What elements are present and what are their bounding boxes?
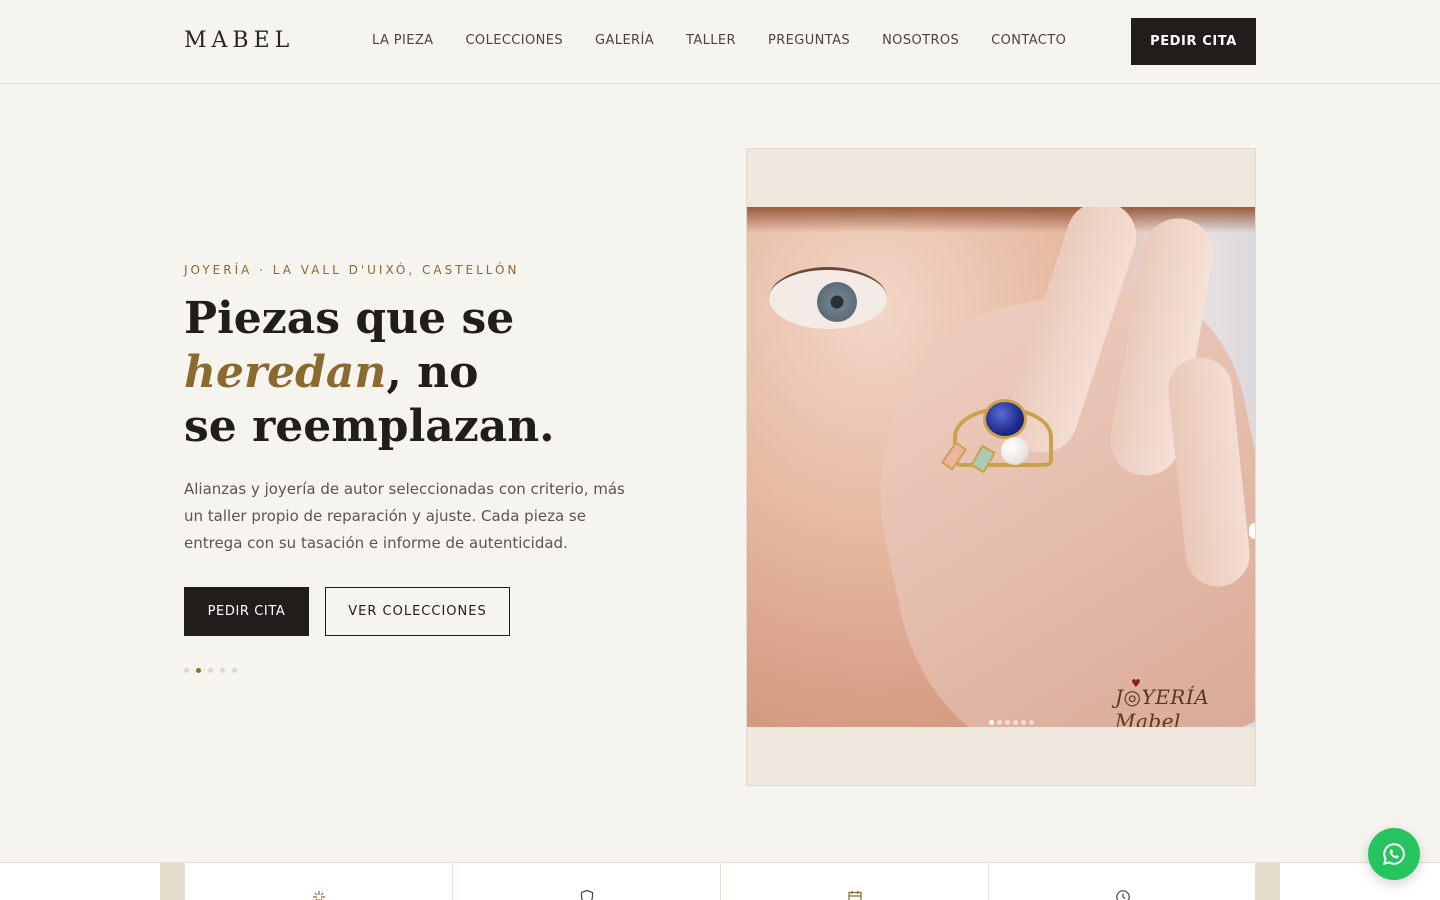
feature-card bbox=[988, 863, 1256, 900]
heart-icon: ♥ bbox=[1131, 677, 1142, 690]
nav-item-contacto[interactable]: CONTACTO bbox=[991, 33, 1066, 48]
clock-icon bbox=[1116, 890, 1130, 900]
photo-watermark-logo: ♥ J◎YERÍA Mabel bbox=[1115, 677, 1255, 727]
image-slider-dot[interactable] bbox=[989, 720, 994, 725]
nav-item-colecciones[interactable]: COLECCIONES bbox=[465, 33, 563, 48]
image-slider-dot[interactable] bbox=[1013, 720, 1018, 725]
watermark-mid: YERÍA bbox=[1141, 685, 1210, 709]
hero-slider-dot[interactable] bbox=[208, 668, 213, 673]
watermark-prefix: J bbox=[1115, 685, 1124, 709]
strip-edge-left bbox=[160, 863, 184, 900]
watermark-script: Mabel bbox=[1115, 709, 1181, 727]
headline-line-1: Piezas que se bbox=[184, 293, 515, 344]
sparkle-icon bbox=[313, 891, 325, 900]
main-nav: LA PIEZA COLECCIONES GALERÍA TALLER PREG… bbox=[372, 33, 1066, 48]
ver-colecciones-button[interactable]: VER COLECCIONES bbox=[325, 587, 510, 636]
whatsapp-icon bbox=[1382, 843, 1405, 866]
nav-item-galeria[interactable]: GALERÍA bbox=[595, 33, 654, 48]
hero-slider-dot[interactable] bbox=[184, 668, 189, 673]
nav-item-taller[interactable]: TALLER bbox=[686, 33, 736, 48]
headline-emphasis: heredan bbox=[184, 347, 387, 398]
ring-gem-lapis bbox=[983, 399, 1027, 439]
image-slider-dot[interactable] bbox=[1029, 720, 1034, 725]
image-slider-dots bbox=[989, 720, 1034, 725]
shield-icon bbox=[580, 889, 594, 900]
site-header: MABEL LA PIEZA COLECCIONES GALERÍA TALLE… bbox=[0, 0, 1440, 84]
image-slider-dot[interactable] bbox=[1021, 720, 1026, 725]
nav-item-la-pieza[interactable]: LA PIEZA bbox=[372, 33, 433, 48]
hero-slider-dot[interactable] bbox=[196, 668, 201, 673]
headline-line-2: , no bbox=[386, 347, 479, 398]
hero-pedir-cita-button[interactable]: PEDIR CITA bbox=[184, 587, 309, 636]
hero-lead: Alianzas y joyería de autor seleccionada… bbox=[184, 480, 625, 552]
nav-item-preguntas[interactable]: PREGUNTAS bbox=[768, 33, 850, 48]
brand-logo[interactable]: MABEL bbox=[184, 28, 294, 53]
image-next-handle[interactable] bbox=[1249, 523, 1255, 539]
photo-iris bbox=[817, 282, 857, 322]
feature-card bbox=[184, 863, 452, 900]
hero-image-frame: ♥ J◎YERÍA Mabel bbox=[746, 148, 1256, 786]
features-strip bbox=[0, 862, 1440, 900]
feature-card bbox=[452, 863, 720, 900]
nav-item-nosotros[interactable]: NOSOTROS bbox=[882, 33, 959, 48]
photo-eye bbox=[769, 267, 887, 329]
hero-headline: Piezas que se heredan, no se reemplazan. bbox=[184, 292, 604, 454]
ring-pearl bbox=[1001, 437, 1029, 465]
header-pedir-cita-button[interactable]: PEDIR CITA bbox=[1131, 18, 1256, 65]
headline-line-3: se reemplazan. bbox=[184, 401, 555, 452]
feature-card bbox=[720, 863, 988, 900]
hero-eyebrow: JOYERÍA · LA VALL D'UIXÓ, CASTELLÓN bbox=[184, 263, 520, 277]
image-slider-dot[interactable] bbox=[1005, 720, 1010, 725]
hero-slider-dot[interactable] bbox=[232, 668, 237, 673]
hero-slider-dots bbox=[184, 668, 237, 673]
whatsapp-button[interactable] bbox=[1368, 828, 1420, 880]
strip-edge-right bbox=[1256, 863, 1280, 900]
image-slider-dot[interactable] bbox=[997, 720, 1002, 725]
hero-photo-ring-hand: ♥ J◎YERÍA Mabel bbox=[747, 207, 1255, 727]
hero-slider-dot[interactable] bbox=[220, 668, 225, 673]
calendar-icon bbox=[848, 891, 862, 900]
